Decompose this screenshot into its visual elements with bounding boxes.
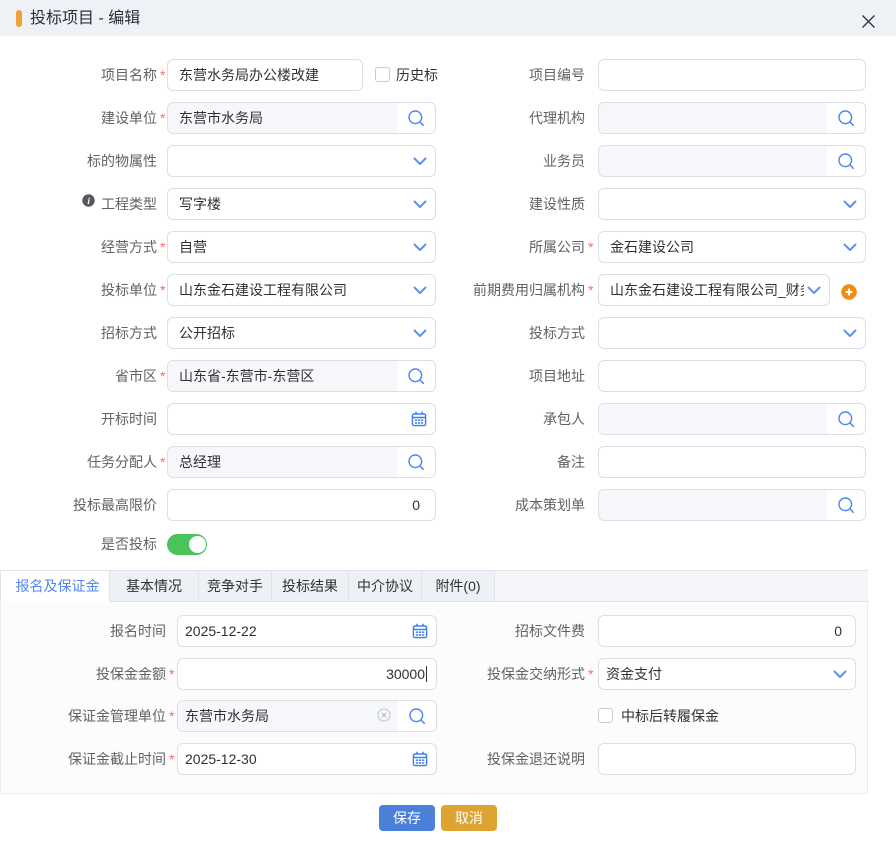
svg-text:i: i	[87, 197, 90, 207]
